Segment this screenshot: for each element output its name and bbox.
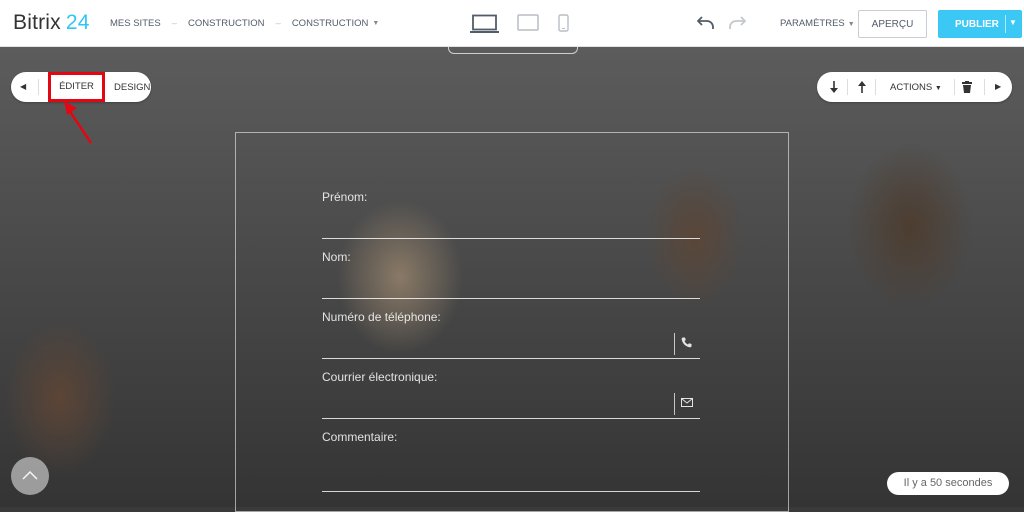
breadcrumb-separator: – bbox=[275, 18, 281, 29]
divider bbox=[674, 393, 675, 415]
chevron-down-icon[interactable]: ▼ bbox=[1009, 18, 1017, 27]
divider bbox=[38, 79, 39, 95]
logo-number: 24 bbox=[65, 11, 90, 34]
actions-label: ACTIONS bbox=[890, 82, 933, 93]
breadcrumb-mes-sites[interactable]: MES SITES bbox=[110, 18, 161, 29]
breadcrumb-separator: – bbox=[171, 18, 177, 29]
annotation-arrow-icon bbox=[64, 101, 93, 144]
move-up-icon[interactable] bbox=[857, 81, 867, 93]
breadcrumb-page[interactable]: CONSTRUCTION bbox=[292, 18, 369, 29]
caret-right-icon[interactable]: ▶ bbox=[995, 82, 1001, 91]
tablet-icon[interactable] bbox=[517, 14, 539, 32]
design-button[interactable]: DESIGN bbox=[114, 82, 150, 93]
envelope-icon bbox=[681, 398, 693, 407]
last-saved-badge: Il y a 50 secondes bbox=[887, 472, 1009, 495]
block-actions-toolbar: ACTIONS ▼ ▶ bbox=[817, 72, 1012, 102]
first-name-field[interactable] bbox=[322, 238, 700, 239]
breadcrumb-site[interactable]: CONSTRUCTION bbox=[188, 18, 265, 29]
divider bbox=[984, 79, 985, 95]
last-name-label: Nom: bbox=[322, 250, 351, 264]
phone-field[interactable] bbox=[322, 358, 700, 359]
email-field[interactable] bbox=[322, 418, 700, 419]
divider bbox=[954, 79, 955, 95]
publish-label: PUBLIER bbox=[955, 19, 999, 30]
move-down-icon[interactable] bbox=[829, 81, 839, 93]
form-block bbox=[235, 132, 789, 512]
chevron-down-icon[interactable]: ▼ bbox=[372, 20, 379, 27]
divider bbox=[875, 79, 876, 95]
desktop-icon[interactable] bbox=[470, 14, 499, 34]
phone-label: Numéro de téléphone: bbox=[322, 310, 441, 324]
logo-name: Bitrix bbox=[13, 11, 61, 34]
device-switcher bbox=[470, 14, 580, 34]
breadcrumb: MES SITES – CONSTRUCTION – CONSTRUCTION … bbox=[110, 18, 379, 29]
chevron-down-icon: ▼ bbox=[934, 85, 942, 92]
first-name-label: Prénom: bbox=[322, 190, 368, 204]
settings-menu[interactable]: PARAMÈTRES ▼ bbox=[780, 18, 855, 29]
comment-field[interactable] bbox=[322, 491, 700, 492]
chevron-down-icon: ▼ bbox=[847, 21, 855, 28]
actions-menu[interactable]: ACTIONS ▼ bbox=[890, 82, 942, 93]
scroll-to-top-button[interactable] bbox=[11, 457, 49, 495]
publish-button[interactable]: PUBLIER ▼ bbox=[938, 10, 1022, 38]
email-label: Courrier électronique: bbox=[322, 370, 438, 384]
top-bar: Bitrix 24 MES SITES – CONSTRUCTION – CONS… bbox=[0, 0, 1024, 47]
caret-left-icon[interactable]: ◀ bbox=[20, 82, 26, 91]
settings-label: PARAMÈTRES bbox=[780, 18, 845, 29]
divider bbox=[847, 79, 848, 95]
preview-button[interactable]: APERÇU bbox=[858, 10, 927, 38]
divider bbox=[1005, 15, 1006, 33]
block-tab[interactable] bbox=[448, 47, 578, 54]
bitrix24-logo[interactable]: Bitrix 24 bbox=[13, 11, 90, 35]
redo-icon[interactable] bbox=[728, 14, 746, 30]
phone-icon bbox=[681, 337, 692, 348]
trash-icon[interactable] bbox=[962, 81, 972, 93]
divider bbox=[674, 333, 675, 355]
last-name-field[interactable] bbox=[322, 298, 700, 299]
comment-label: Commentaire: bbox=[322, 430, 398, 444]
mobile-icon[interactable] bbox=[558, 14, 569, 32]
chevron-up-icon bbox=[22, 470, 38, 480]
undo-icon[interactable] bbox=[697, 14, 715, 30]
